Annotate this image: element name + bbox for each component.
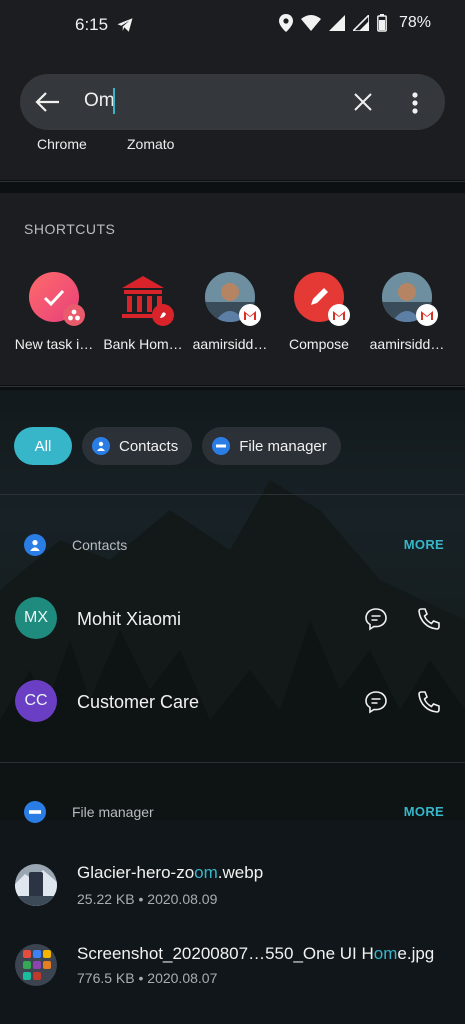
text-cursor [113, 88, 115, 114]
gmail-badge-icon [328, 304, 350, 326]
signal-icon-2 [352, 15, 369, 31]
filter-contacts-chip[interactable]: Contacts [82, 427, 193, 465]
telegram-send-icon [117, 18, 133, 32]
signal-icon [328, 15, 345, 31]
files-section-header: File manager MORE [24, 801, 444, 825]
shortcut-contact-aamir-1[interactable]: aamirsidd… [184, 272, 276, 352]
divider [0, 762, 465, 763]
avatar: MX [15, 597, 57, 639]
search-bar[interactable]: Om [20, 74, 445, 130]
file-row[interactable]: Glacier-hero-zoom.webp 25.22 KB • 2020.0… [0, 850, 465, 920]
battery-percent: 78% [398, 14, 431, 31]
contact-row[interactable]: MX Mohit Xiaomi [0, 581, 465, 657]
contacts-icon [24, 534, 46, 556]
divider [0, 181, 465, 182]
shortcuts-title: SHORTCUTS [24, 221, 116, 237]
filter-file-manager-chip[interactable]: File manager [202, 427, 341, 465]
app-zomato[interactable]: Zomato [127, 136, 174, 152]
filter-file-manager-label: File manager [239, 437, 327, 455]
more-options-icon[interactable] [412, 92, 418, 114]
shortcut-label: Compose [289, 336, 349, 352]
shortcut-compose[interactable]: Compose [273, 272, 365, 352]
filter-chips: All Contacts File manager [14, 427, 341, 465]
phone-icon[interactable] [417, 690, 441, 714]
shortcut-bank-home[interactable]: Bank Hom… [97, 272, 189, 352]
clear-icon[interactable] [353, 92, 373, 112]
file-name: Glacier-hero-zoom.webp [77, 863, 263, 883]
file-thumbnail [15, 864, 57, 906]
contacts-icon [92, 437, 110, 455]
divider [0, 386, 465, 387]
files-section-title: File manager [72, 804, 154, 820]
filter-contacts-label: Contacts [119, 437, 179, 455]
file-name-part: Screenshot_20200807…550_One UI H [77, 944, 374, 963]
wifi-icon [300, 15, 321, 31]
contacts-more-link[interactable]: MORE [404, 537, 444, 552]
file-name-part: .webp [217, 863, 264, 882]
files-more-link[interactable]: MORE [404, 804, 444, 819]
search-screen: 6:15 78% Om Chrome Zomato SHORTCUTS New … [0, 0, 465, 1024]
message-icon[interactable] [364, 690, 388, 714]
file-thumbnail [15, 944, 57, 986]
status-time: 6:15 [75, 15, 109, 34]
airtel-badge-icon [152, 304, 174, 326]
search-input[interactable]: Om [84, 90, 115, 112]
shortcut-label: aamirsidd… [369, 336, 445, 352]
gmail-badge-icon [416, 304, 438, 326]
contact-name: Customer Care [77, 692, 200, 712]
file-name: Screenshot_20200807…550_One UI Home.jpg [77, 944, 434, 964]
contacts-section-title: Contacts [72, 537, 128, 553]
file-row[interactable]: Screenshot_20200807…550_One UI Home.jpg … [0, 936, 465, 1006]
shortcut-label: New task i… [14, 336, 94, 352]
contact-name: Mohit Xiaomi [77, 609, 182, 629]
status-icons: 78% [278, 14, 431, 32]
avatar: CC [15, 680, 57, 722]
app-chrome[interactable]: Chrome [37, 136, 87, 152]
profile-photo [205, 272, 261, 326]
profile-photo [382, 272, 438, 326]
badge-icon [63, 304, 85, 326]
shortcut-new-task[interactable]: New task i… [8, 272, 100, 352]
shortcut-contact-aamir-2[interactable]: aamirsidd… [361, 272, 453, 352]
shortcut-label: Bank Hom… [103, 336, 183, 352]
file-name-part: Glacier-hero-zo [77, 863, 195, 882]
filter-all-chip[interactable]: All [14, 427, 72, 465]
divider [0, 494, 465, 495]
file-name-highlight: om [373, 944, 398, 963]
file-manager-icon [24, 801, 46, 823]
file-name-highlight: om [194, 863, 218, 882]
file-meta: 25.22 KB • 2020.08.09 [77, 891, 218, 907]
task-check-icon [29, 272, 85, 326]
compose-pencil-icon [294, 272, 350, 326]
gmail-badge-icon [239, 304, 261, 326]
back-arrow-icon[interactable] [34, 90, 60, 114]
contacts-section-header: Contacts MORE [24, 534, 444, 558]
file-manager-icon [212, 437, 231, 455]
status-bar: 6:15 78% [0, 0, 465, 52]
file-meta: 776.5 KB • 2020.08.07 [77, 970, 218, 986]
location-icon [278, 14, 293, 32]
shortcut-label: aamirsidd… [192, 336, 268, 352]
bank-icon [118, 272, 174, 326]
file-name-part: e.jpg [397, 944, 435, 963]
phone-icon[interactable] [417, 607, 441, 631]
message-icon[interactable] [364, 607, 388, 631]
contact-row[interactable]: CC Customer Care [0, 664, 465, 740]
battery-icon [377, 14, 387, 32]
